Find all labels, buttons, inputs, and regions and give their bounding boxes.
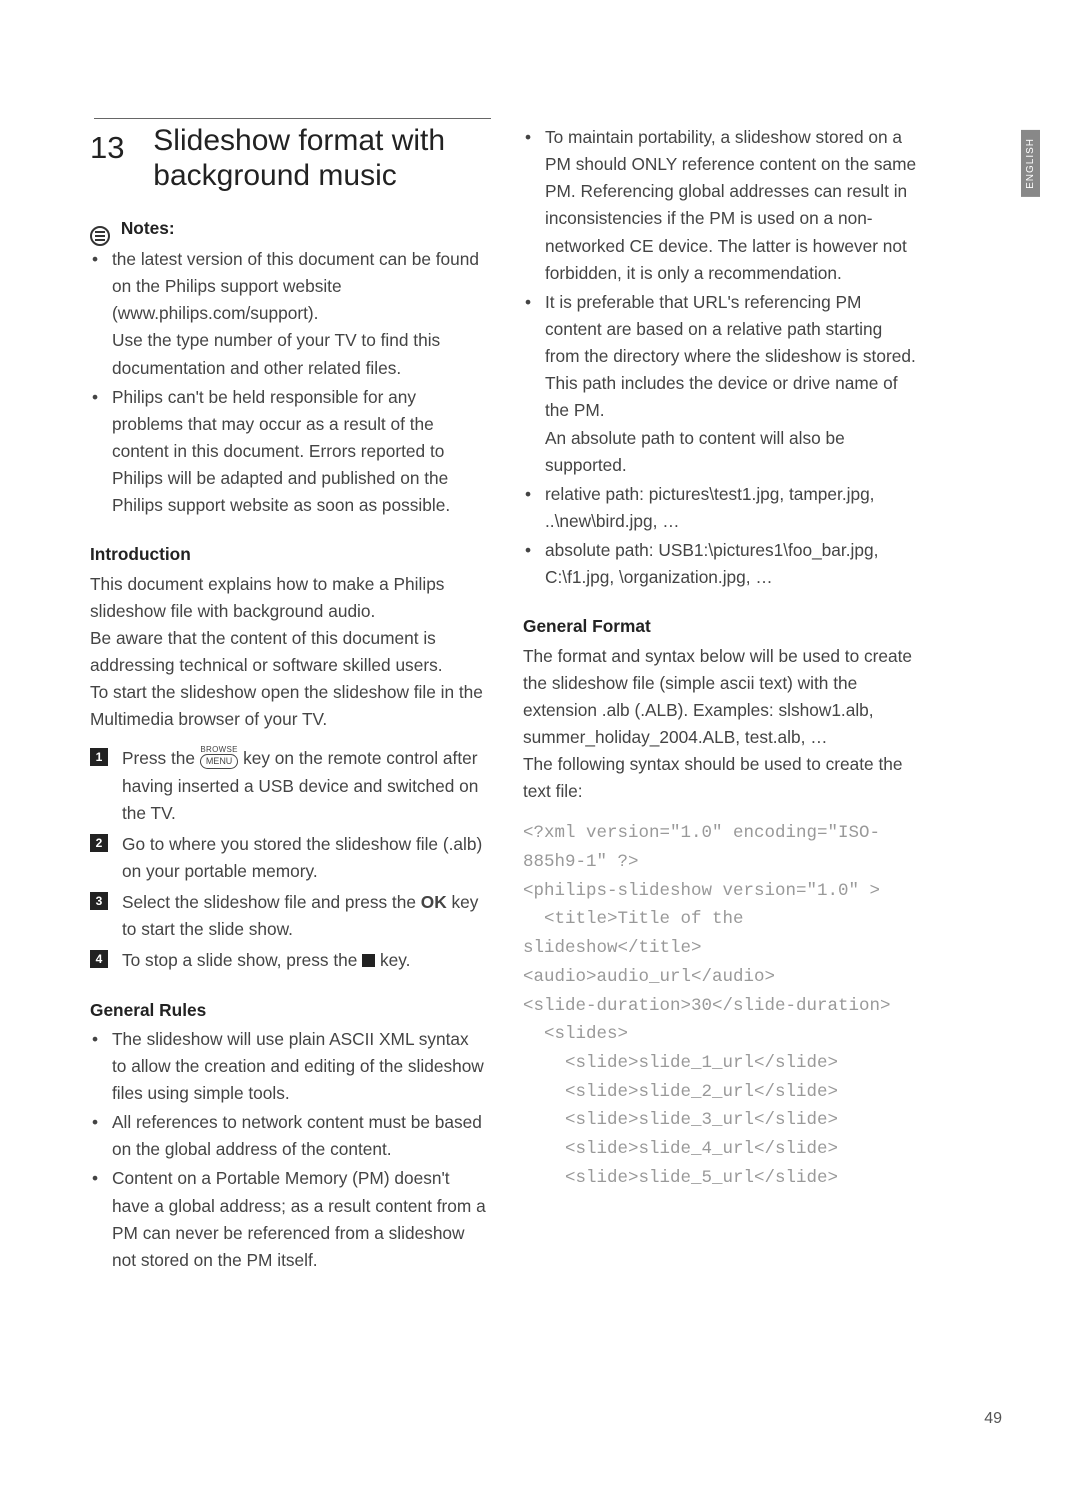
rules-list-right: To maintain portability, a slideshow sto… <box>523 124 920 591</box>
rule-item: The slideshow will use plain ASCII XML s… <box>90 1026 487 1107</box>
step-number-icon: 3 <box>90 892 108 910</box>
rule-item: It is preferable that URL's referencing … <box>523 289 920 479</box>
step-text: To stop a slide show, press the <box>122 950 362 970</box>
section-heading: 13 Slideshow format with background musi… <box>90 124 487 193</box>
note-icon <box>90 226 110 246</box>
step-item: 2 Go to where you stored the slideshow f… <box>90 831 487 885</box>
intro-paragraph: To start the slideshow open the slidesho… <box>90 679 487 733</box>
step-text: Select the slideshow file and press the <box>122 892 421 912</box>
section-title-line2: background music <box>153 159 396 192</box>
rule-item: To maintain portability, a slideshow sto… <box>523 124 920 287</box>
browse-label: BROWSE <box>200 746 239 754</box>
format-paragraph: The format and syntax below will be used… <box>523 643 920 752</box>
intro-paragraph: Be aware that the content of this docume… <box>90 625 487 679</box>
notes-text: the latest version of this document can … <box>112 249 479 323</box>
step-number-icon: 2 <box>90 834 108 852</box>
section-title-line1: Slideshow format with <box>153 124 445 157</box>
step-item: 1 Press the BROWSEMENU key on the remote… <box>90 745 487 826</box>
format-paragraph: The following syntax should be used to c… <box>523 751 920 805</box>
step-number-icon: 4 <box>90 950 108 968</box>
heading-rule <box>94 118 491 119</box>
notes-list: the latest version of this document can … <box>90 246 487 519</box>
step-text: key. <box>375 950 410 970</box>
ok-key-label: OK <box>421 892 447 912</box>
rule-item: All references to network content must b… <box>90 1109 487 1163</box>
step-number-icon: 1 <box>90 748 108 766</box>
menu-key-icon: MENU <box>200 754 239 769</box>
rule-item: relative path: pictures\test1.jpg, tampe… <box>523 481 920 535</box>
notes-item: Philips can't be held responsible for an… <box>90 384 487 520</box>
notes-text: Use the type number of your TV to find t… <box>112 330 440 377</box>
introduction-heading: Introduction <box>90 541 487 568</box>
general-format-heading: General Format <box>523 613 920 640</box>
rule-text: An absolute path to content will also be… <box>545 428 845 475</box>
section-title: Slideshow format with background music <box>153 124 445 193</box>
steps-list: 1 Press the BROWSEMENU key on the remote… <box>90 745 487 974</box>
notes-item: the latest version of this document can … <box>90 246 487 382</box>
notes-label: Notes: <box>121 218 175 238</box>
step-item: 3 Select the slideshow file and press th… <box>90 889 487 943</box>
language-tab: ENGLISH <box>1021 130 1040 197</box>
rule-text: It is preferable that URL's referencing … <box>545 292 916 421</box>
stop-key-icon <box>362 954 375 967</box>
general-rules-heading: General Rules <box>90 997 487 1024</box>
menu-key-graphic: BROWSEMENU <box>200 746 239 769</box>
step-text: Press the <box>122 748 200 768</box>
xml-code-block: <?xml version="1.0" encoding="ISO-885h9-… <box>523 819 920 1192</box>
notes-header-line: Notes: <box>90 215 487 246</box>
right-column: To maintain portability, a slideshow sto… <box>523 100 920 1276</box>
rule-item: absolute path: USB1:\pictures1\foo_bar.j… <box>523 537 920 591</box>
step-text: Go to where you stored the slideshow fil… <box>122 834 482 881</box>
intro-paragraph: This document explains how to make a Phi… <box>90 571 487 625</box>
rule-item: Content on a Portable Memory (PM) doesn'… <box>90 1165 487 1274</box>
step-item: 4 To stop a slide show, press the key. <box>90 947 487 974</box>
rules-list-left: The slideshow will use plain ASCII XML s… <box>90 1026 487 1274</box>
section-number: 13 <box>90 124 124 173</box>
page-number: 49 <box>984 1410 1002 1428</box>
left-column: 13 Slideshow format with background musi… <box>90 100 487 1276</box>
